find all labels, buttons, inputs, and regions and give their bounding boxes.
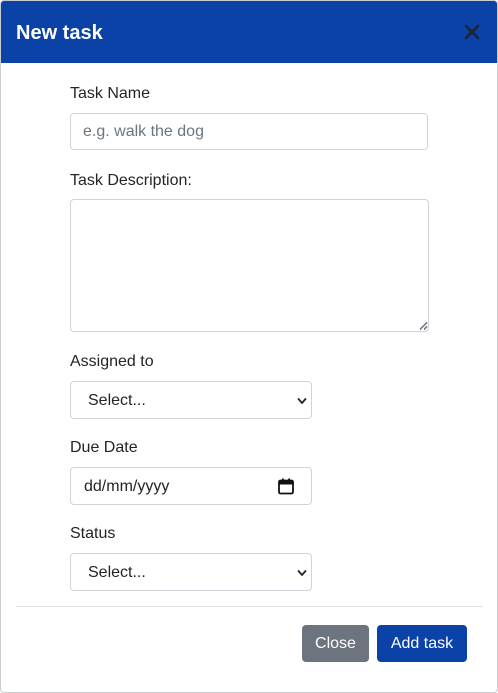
status-select[interactable]: Select... bbox=[70, 553, 312, 591]
modal-header: New task bbox=[1, 1, 497, 63]
footer-divider bbox=[16, 606, 483, 607]
add-task-button[interactable]: Add task bbox=[377, 625, 467, 662]
assigned-to-label: Assigned to bbox=[70, 353, 154, 370]
task-name-input[interactable] bbox=[70, 113, 428, 150]
assigned-to-selected-value: Select... bbox=[88, 392, 146, 409]
close-button[interactable]: Close bbox=[302, 625, 369, 662]
resize-grip-icon[interactable] bbox=[419, 321, 428, 330]
task-name-label: Task Name bbox=[70, 85, 151, 102]
assigned-to-select[interactable]: Select... bbox=[70, 381, 312, 419]
due-date-input[interactable]: dd/mm/yyyy bbox=[70, 467, 312, 505]
due-date-value: dd/mm/yyyy bbox=[84, 478, 170, 495]
new-task-modal: New task Task Name Task Description: Ass… bbox=[0, 0, 498, 693]
close-icon[interactable] bbox=[463, 23, 481, 41]
task-description-textarea[interactable] bbox=[70, 199, 429, 332]
status-selected-value: Select... bbox=[88, 564, 146, 581]
modal-title: New task bbox=[16, 22, 103, 44]
calendar-icon[interactable] bbox=[278, 478, 294, 495]
task-description-label: Task Description: bbox=[70, 172, 192, 189]
due-date-label: Due Date bbox=[70, 439, 138, 456]
chevron-down-icon bbox=[297, 570, 307, 576]
chevron-down-icon bbox=[297, 398, 307, 404]
status-label: Status bbox=[70, 525, 116, 542]
